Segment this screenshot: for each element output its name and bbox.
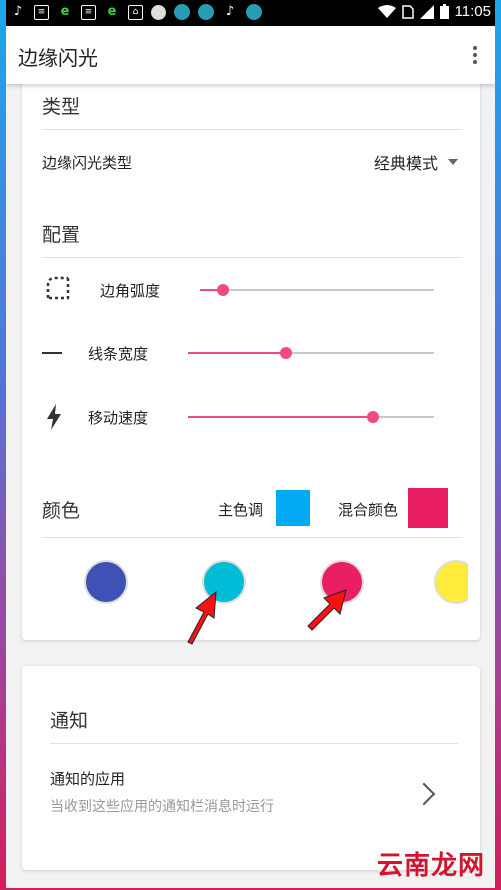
screen: ♪ ≡ e ≡ e ⌂ ♪ 11:05 边缘闪光 类型 边缘闪光类型 经典模式 [6,0,495,888]
teal-app-icon [198,4,214,20]
color-palette [42,550,468,610]
divider [42,129,462,130]
notification-apps-title: 通知的应用 [50,770,126,788]
palette-color-blue[interactable] [84,560,128,604]
more-vert-icon[interactable] [463,42,487,68]
watermark: 云南龙网 [376,851,485,881]
lightning-icon [47,404,61,430]
document-icon: ≡ [34,4,49,20]
edge-flash-type-dropdown[interactable]: 经典模式 [374,150,458,174]
chevron-right-icon [412,782,436,806]
line-width-label: 线条宽度 [88,345,149,363]
primary-color-swatch[interactable] [276,490,310,526]
browser-e-icon: e [60,4,70,19]
line-width-icon [42,352,62,354]
arrow-pointer-icon [187,590,217,645]
tiktok-icon: ♪ [225,4,235,19]
color-section-title: 颜色 [42,500,81,522]
arrow-pointer-icon [307,589,347,631]
primary-color-label: 主色调 [218,501,264,519]
notify-section-title: 通知 [50,710,89,732]
settings-card: 类型 边缘闪光类型 经典模式 配置 边角弧度 线条宽度 移动速度 颜色 主色调 … [22,70,480,645]
divider [42,537,462,538]
slider-fill [188,416,373,418]
rounded-corner-icon [46,276,70,300]
palette-color-yellow[interactable] [434,560,468,604]
app-bar: 边缘闪光 [6,26,495,84]
slider-thumb[interactable] [366,411,379,423]
corner-radius-label: 边角弧度 [100,282,161,300]
app-icon: ⌂ [128,4,143,20]
divider [42,257,462,258]
mix-color-label: 混合颜色 [338,501,399,519]
signal-icon [419,4,434,19]
slider-fill [188,352,287,354]
document-icon: ≡ [81,4,96,20]
status-icons-right: 11:05 [377,3,491,20]
status-bar: ♪ ≡ e ≡ e ⌂ ♪ 11:05 [6,0,495,26]
page-title: 边缘闪光 [18,46,98,70]
move-speed-slider[interactable] [188,411,434,423]
divider [50,743,458,744]
music-note-icon: ♪ [13,4,23,19]
line-width-slider[interactable] [188,347,434,359]
chevron-down-icon [448,159,458,165]
dropdown-value: 经典模式 [373,154,438,173]
notification-apps-subtitle: 当收到这些应用的通知栏消息时运行 [50,799,274,815]
browser-e-icon: e [107,4,117,19]
config-section-title: 配置 [42,224,81,246]
teal-app-icon [174,4,190,20]
status-icons-left: ♪ ≡ e ≡ e ⌂ ♪ [10,4,262,20]
edge-flash-type-label: 边缘闪光类型 [42,154,133,172]
type-section-title: 类型 [42,96,81,118]
move-speed-label: 移动速度 [88,409,149,427]
clock: 11:05 [454,3,491,20]
slider-thumb[interactable] [280,347,293,359]
notification-card: 通知 通知的应用 当收到这些应用的通知栏消息时运行 [22,666,480,870]
battery-icon [439,4,449,19]
corner-radius-slider[interactable] [200,284,434,296]
slider-thumb[interactable] [217,284,230,296]
mix-color-swatch[interactable] [408,488,448,528]
teal-app-icon [246,4,262,20]
circle-app-icon [151,4,166,20]
sim-icon [401,4,414,19]
wifi-icon [377,4,396,18]
notification-apps-item[interactable]: 通知的应用 当收到这些应用的通知栏消息时运行 [22,756,480,826]
